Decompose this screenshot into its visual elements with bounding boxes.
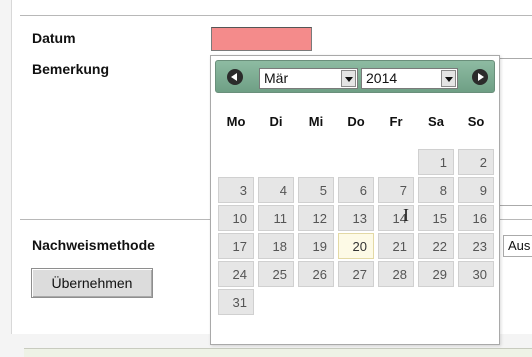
date-label: Datum bbox=[32, 30, 76, 46]
day-cell[interactable]: 15 bbox=[418, 205, 454, 231]
weekday-label: So bbox=[467, 114, 485, 129]
day-cell[interactable]: 1 bbox=[418, 149, 454, 175]
day-cell[interactable]: 26 bbox=[298, 261, 334, 287]
day-cell[interactable]: 21 bbox=[378, 233, 414, 259]
method-select[interactable]: Aus bbox=[503, 235, 532, 257]
day-cell[interactable]: 3 bbox=[218, 177, 254, 203]
day-cell[interactable]: 10 bbox=[218, 205, 254, 231]
weekday-label: Mo bbox=[226, 114, 246, 129]
section-divider-top bbox=[20, 15, 532, 16]
day-cell[interactable]: 9 bbox=[458, 177, 494, 203]
day-cell[interactable]: 11 bbox=[258, 205, 294, 231]
weekday-label: Di bbox=[269, 114, 283, 129]
datepicker-popup: Mär 2014 Mo Di Mi Do Fr Sa So 1 2 3 4 5 6 7 8 9 10 11 12 1… bbox=[210, 55, 500, 345]
day-cell[interactable]: 29 bbox=[418, 261, 454, 287]
day-cell[interactable]: 12 bbox=[298, 205, 334, 231]
day-cell[interactable]: 7 bbox=[378, 177, 414, 203]
day-cell[interactable]: 16 bbox=[458, 205, 494, 231]
month-select[interactable]: Mär bbox=[259, 68, 358, 89]
day-cell[interactable]: 22 bbox=[418, 233, 454, 259]
weekday-label: Do bbox=[347, 114, 365, 129]
next-month-icon[interactable] bbox=[472, 69, 488, 85]
day-cell[interactable]: 17 bbox=[218, 233, 254, 259]
weekday-header-row: Mo Di Mi Do Fr Sa So bbox=[217, 114, 497, 130]
datepicker-header: Mär 2014 bbox=[215, 60, 495, 93]
day-cell[interactable]: 18 bbox=[258, 233, 294, 259]
chevron-down-icon[interactable] bbox=[341, 70, 356, 87]
day-cell[interactable]: 4 bbox=[258, 177, 294, 203]
day-cell[interactable]: 8 bbox=[418, 177, 454, 203]
year-select[interactable]: 2014 bbox=[361, 68, 458, 89]
day-cell[interactable]: 24 bbox=[218, 261, 254, 287]
text-cursor-icon: I bbox=[403, 205, 409, 225]
prev-month-icon[interactable] bbox=[227, 69, 243, 85]
month-select-value: Mär bbox=[264, 70, 289, 86]
weekday-label: Fr bbox=[389, 114, 403, 129]
day-cell[interactable]: 5 bbox=[298, 177, 334, 203]
chevron-down-icon[interactable] bbox=[441, 70, 456, 87]
day-cell[interactable]: 25 bbox=[258, 261, 294, 287]
day-cell[interactable]: 20 bbox=[338, 233, 374, 259]
day-cell[interactable]: 31 bbox=[218, 289, 254, 315]
day-cell[interactable]: 6 bbox=[338, 177, 374, 203]
date-field[interactable] bbox=[211, 27, 312, 51]
weekday-label: Mi bbox=[308, 114, 324, 129]
apply-button[interactable]: Übernehmen bbox=[31, 268, 153, 298]
day-cell[interactable]: 2 bbox=[458, 149, 494, 175]
method-label: Nachweismethode bbox=[32, 237, 155, 253]
day-cell[interactable]: 30 bbox=[458, 261, 494, 287]
year-select-value: 2014 bbox=[366, 70, 398, 86]
day-cell[interactable]: 23 bbox=[458, 233, 494, 259]
day-cell[interactable]: 19 bbox=[298, 233, 334, 259]
weekday-label: Sa bbox=[428, 114, 444, 129]
day-cell[interactable]: 27 bbox=[338, 261, 374, 287]
remark-label: Bemerkung bbox=[32, 61, 110, 77]
day-cell[interactable]: 28 bbox=[378, 261, 414, 287]
day-cell[interactable]: 13 bbox=[338, 205, 374, 231]
